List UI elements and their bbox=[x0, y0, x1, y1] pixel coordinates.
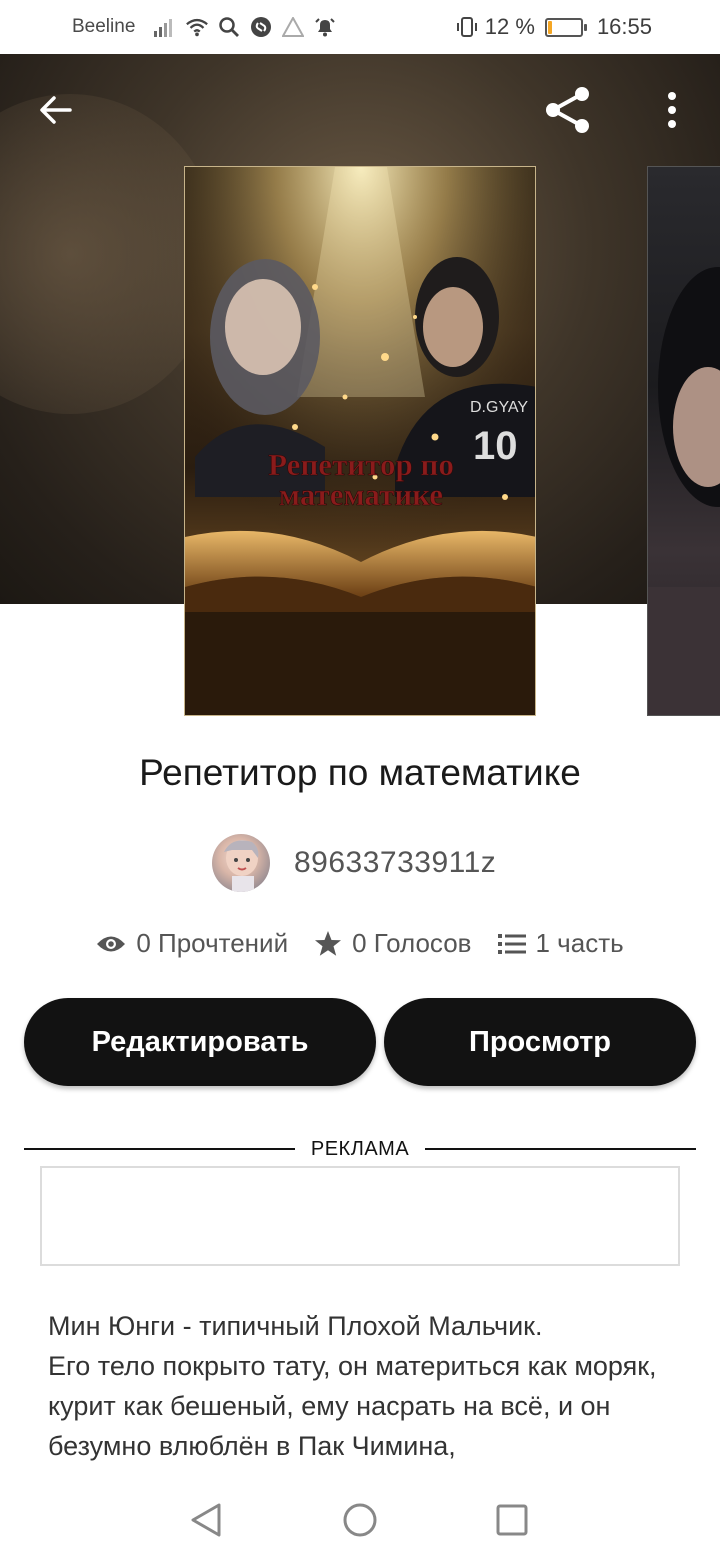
nav-recents-button[interactable] bbox=[488, 1496, 536, 1544]
ad-label: РЕКЛАМА bbox=[310, 1137, 410, 1160]
back-button[interactable] bbox=[28, 82, 84, 138]
reads-stat: 0 Прочтений bbox=[96, 928, 288, 959]
ad-divider: РЕКЛАМА bbox=[24, 1134, 697, 1164]
vibrate-icon bbox=[455, 15, 479, 39]
eye-icon bbox=[97, 936, 126, 951]
more-vertical-icon bbox=[668, 92, 676, 128]
system-nav-bar bbox=[0, 1478, 720, 1560]
status-bar: Beeline 12 % 16:55 bbox=[0, 0, 720, 54]
ad-banner[interactable] bbox=[40, 1166, 680, 1266]
more-options-button[interactable] bbox=[644, 82, 700, 138]
status-right: 12 % 16:55 bbox=[455, 0, 652, 54]
cover-title-line-2: математике bbox=[279, 477, 443, 512]
ad-divider-line-right bbox=[425, 1148, 697, 1150]
votes-count: 0 Голосов bbox=[352, 928, 472, 958]
cover-jersey-text: D.GYAY bbox=[470, 399, 528, 416]
parts-count: 1 часть bbox=[535, 928, 624, 958]
nav-home-button[interactable] bbox=[336, 1496, 384, 1544]
reads-count: 0 Прочтений bbox=[136, 928, 289, 958]
search-icon bbox=[217, 15, 241, 39]
signal-icon bbox=[153, 15, 177, 39]
stats-row: 0 Прочтений 0 Голосов 1 часть bbox=[0, 928, 720, 959]
edit-button[interactable]: Редактировать bbox=[24, 998, 376, 1086]
status-left: Beeline bbox=[72, 0, 337, 54]
cover-artwork: D.GYAY 10 Репетитор по математике bbox=[185, 167, 535, 715]
circle-home-icon bbox=[343, 1503, 377, 1537]
carrier-name: Beeline bbox=[72, 16, 136, 37]
square-recents-icon bbox=[496, 1504, 528, 1536]
book-description: Мин Юнги - типичный Плохой Мальчик. Его … bbox=[48, 1311, 657, 1461]
parts-stat: 1 часть bbox=[497, 928, 624, 959]
shazam-icon bbox=[249, 15, 273, 39]
author-row[interactable]: 89633733911z bbox=[212, 832, 496, 894]
next-cover-artwork bbox=[648, 267, 720, 715]
list-icon bbox=[497, 933, 526, 954]
book-title: Репетитор по математике bbox=[139, 752, 581, 793]
arrow-left-icon bbox=[40, 96, 72, 124]
nav-back-button[interactable] bbox=[182, 1496, 230, 1544]
author-name[interactable]: 89633733911z bbox=[294, 846, 496, 880]
cover-jersey-number: 10 bbox=[473, 424, 518, 468]
book-cover[interactable]: D.GYAY 10 Репетитор по математике bbox=[184, 166, 536, 716]
star-icon bbox=[315, 931, 342, 956]
share-button[interactable] bbox=[540, 82, 596, 138]
next-book-cover[interactable] bbox=[647, 166, 720, 716]
battery-level bbox=[547, 20, 552, 34]
preview-button[interactable]: Просмотр bbox=[384, 998, 696, 1086]
votes-stat: 0 Голосов bbox=[314, 928, 472, 959]
wifi-icon bbox=[185, 15, 209, 39]
share-icon bbox=[546, 87, 589, 133]
battery-icon bbox=[544, 17, 587, 37]
alarm-icon bbox=[313, 15, 337, 39]
triangle-back-icon bbox=[191, 1503, 221, 1537]
battery-percent: 12 % bbox=[484, 14, 535, 39]
warning-icon bbox=[281, 15, 305, 39]
author-avatar[interactable] bbox=[212, 834, 270, 892]
ad-divider-line-left bbox=[24, 1148, 295, 1150]
clock: 16:55 bbox=[596, 14, 652, 39]
